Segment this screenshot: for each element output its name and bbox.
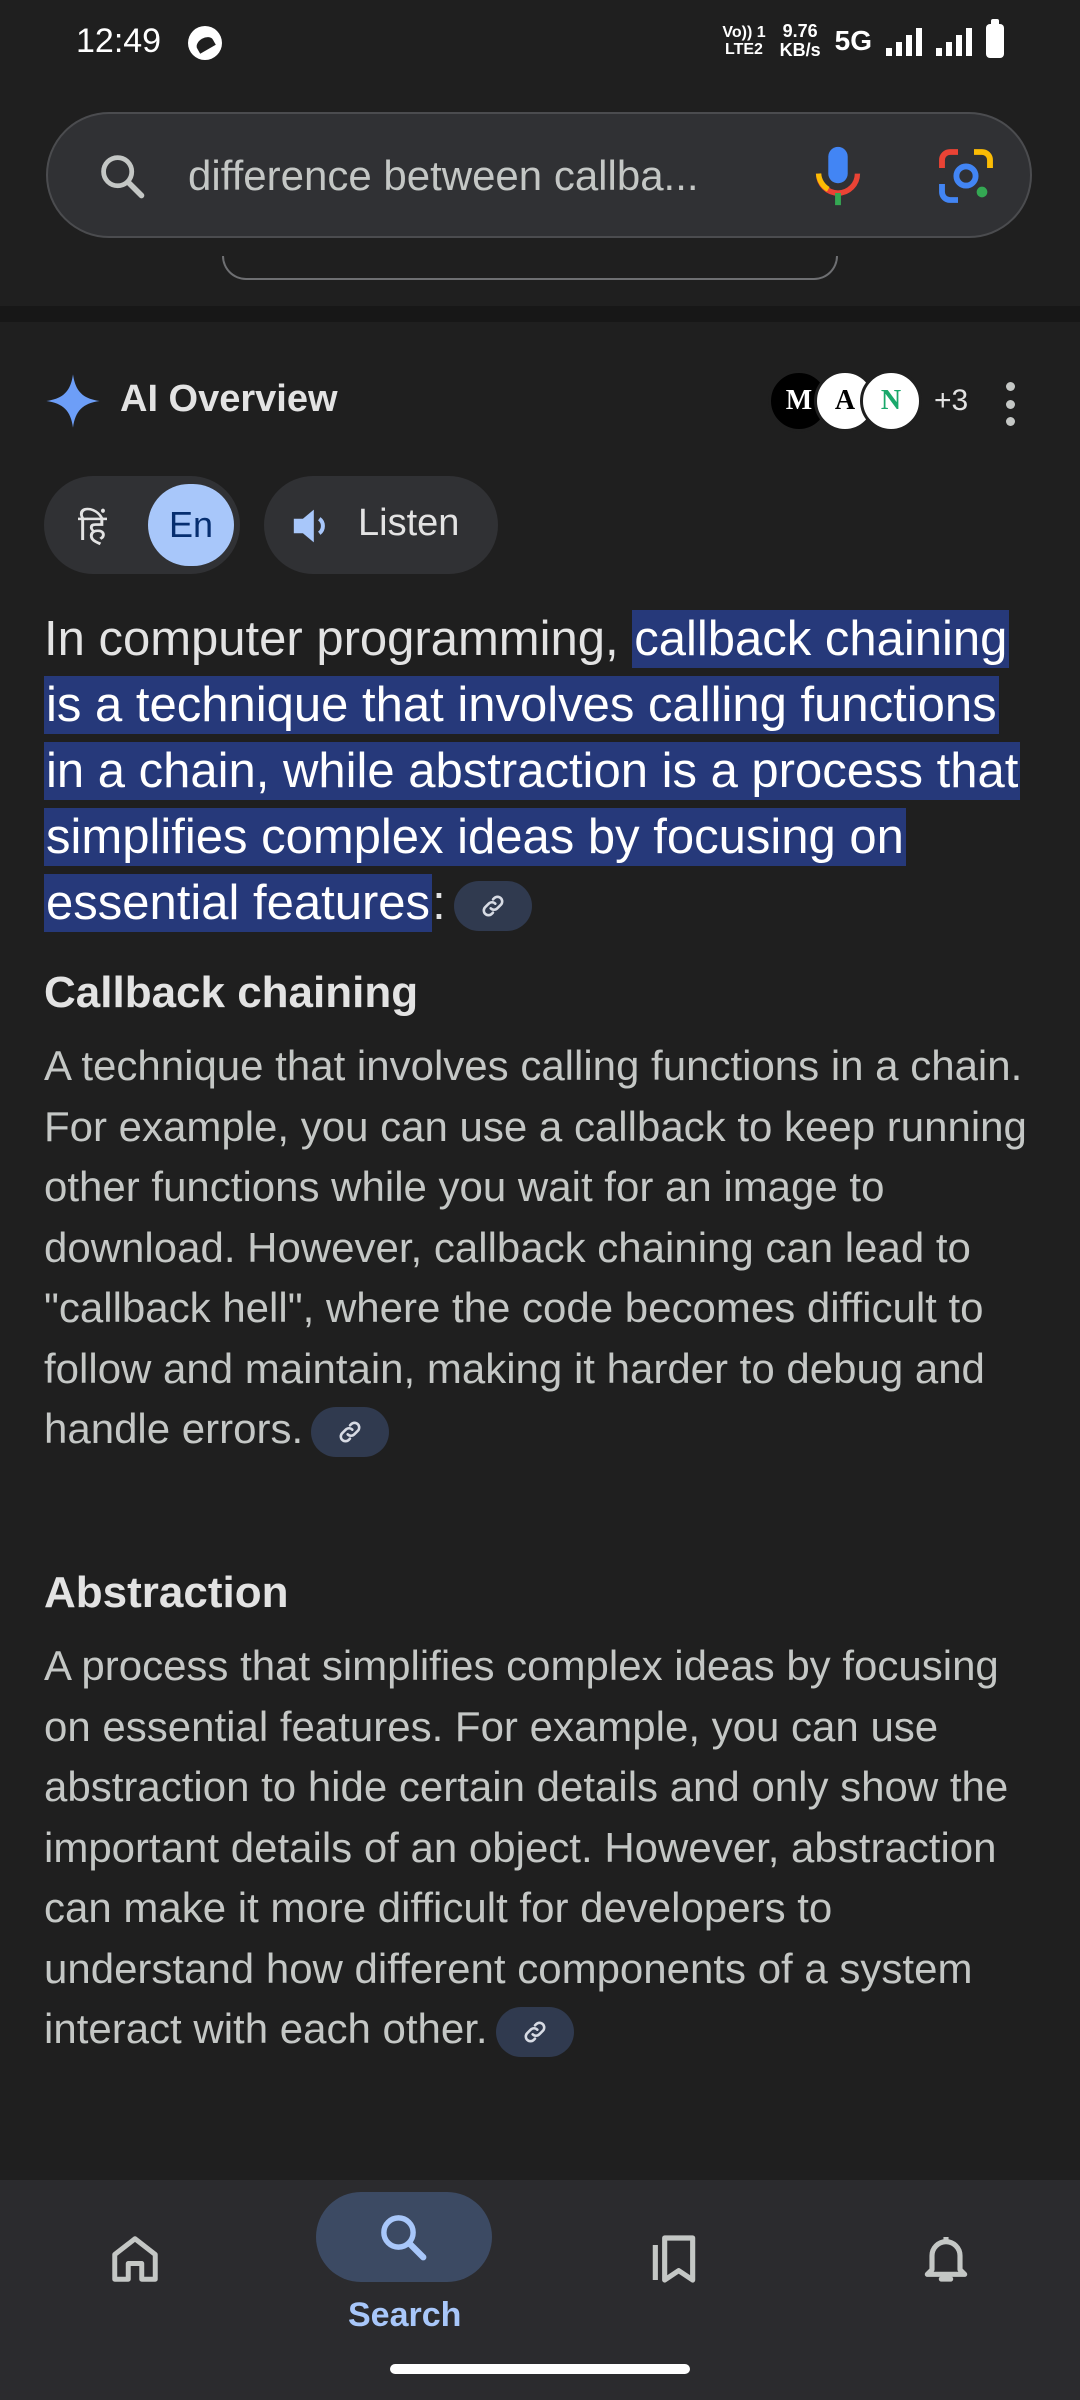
section-divider xyxy=(0,306,1080,322)
language-english[interactable]: En xyxy=(148,484,234,566)
home-icon[interactable] xyxy=(108,2230,162,2288)
source-avatar[interactable]: N xyxy=(860,370,922,432)
search-bar[interactable]: difference between callba... xyxy=(46,112,1032,238)
status-time: 12:49 xyxy=(76,22,162,60)
section-heading: Abstraction xyxy=(44,1568,289,1617)
status-bar: 12:49 Vo)) 1 LTE2 9.76 KB/s 5G xyxy=(0,0,1080,88)
search-header: difference between callba... xyxy=(0,88,1080,306)
listen-button[interactable]: Listen xyxy=(264,476,498,574)
source-link-button[interactable] xyxy=(311,1406,390,1457)
summary-suffix: : xyxy=(432,876,446,930)
source-link-button[interactable] xyxy=(453,881,532,932)
sources-more-count[interactable]: +3 xyxy=(934,384,968,418)
previous-result-card-edge xyxy=(222,256,838,280)
battery-icon xyxy=(986,19,1004,58)
link-icon xyxy=(339,1421,361,1443)
volte-indicator: Vo)) 1 LTE2 xyxy=(722,24,766,58)
speaker-icon xyxy=(293,509,325,543)
overview-summary: In computer programming, callback chaini… xyxy=(44,606,1044,936)
nav-search-label[interactable]: Search xyxy=(348,2296,461,2335)
ai-overview-title: AI Overview xyxy=(120,378,338,420)
search-icon xyxy=(101,155,145,199)
network-type: 5G xyxy=(834,25,872,56)
notifications-icon[interactable] xyxy=(918,2228,974,2288)
language-toggle[interactable]: हिं En xyxy=(44,476,240,574)
search-icon xyxy=(381,2215,427,2261)
microphone-icon[interactable] xyxy=(808,142,868,210)
gesture-navigation-bar[interactable] xyxy=(390,2364,690,2374)
network-speed: 9.76 KB/s xyxy=(779,21,821,60)
section-heading: Callback chaining xyxy=(44,968,419,1017)
status-indicators: Vo)) 1 LTE2 9.76 KB/s 5G xyxy=(722,19,1004,60)
section-body: A process that simplifies complex ideas … xyxy=(44,1636,1044,2060)
saved-icon[interactable] xyxy=(646,2230,702,2288)
signal-icon xyxy=(936,26,972,56)
summary-prefix: In computer programming, xyxy=(44,612,633,666)
listen-label: Listen xyxy=(358,502,460,544)
link-icon xyxy=(524,2021,546,2043)
source-avatars[interactable]: M A N +3 xyxy=(768,370,968,432)
language-hindi[interactable]: हिं xyxy=(78,502,106,551)
nav-search-button[interactable] xyxy=(316,2192,492,2282)
section-body: A technique that involves calling functi… xyxy=(44,1036,1044,1460)
google-lens-icon[interactable] xyxy=(934,144,998,208)
app-notification-icon xyxy=(188,26,222,60)
source-link-button[interactable] xyxy=(495,2006,574,2057)
ai-sparkle-icon xyxy=(46,374,100,428)
signal-icon xyxy=(886,26,922,56)
link-icon xyxy=(482,895,504,917)
more-options-icon[interactable] xyxy=(1000,382,1020,426)
search-query[interactable]: difference between callba... xyxy=(188,152,699,200)
